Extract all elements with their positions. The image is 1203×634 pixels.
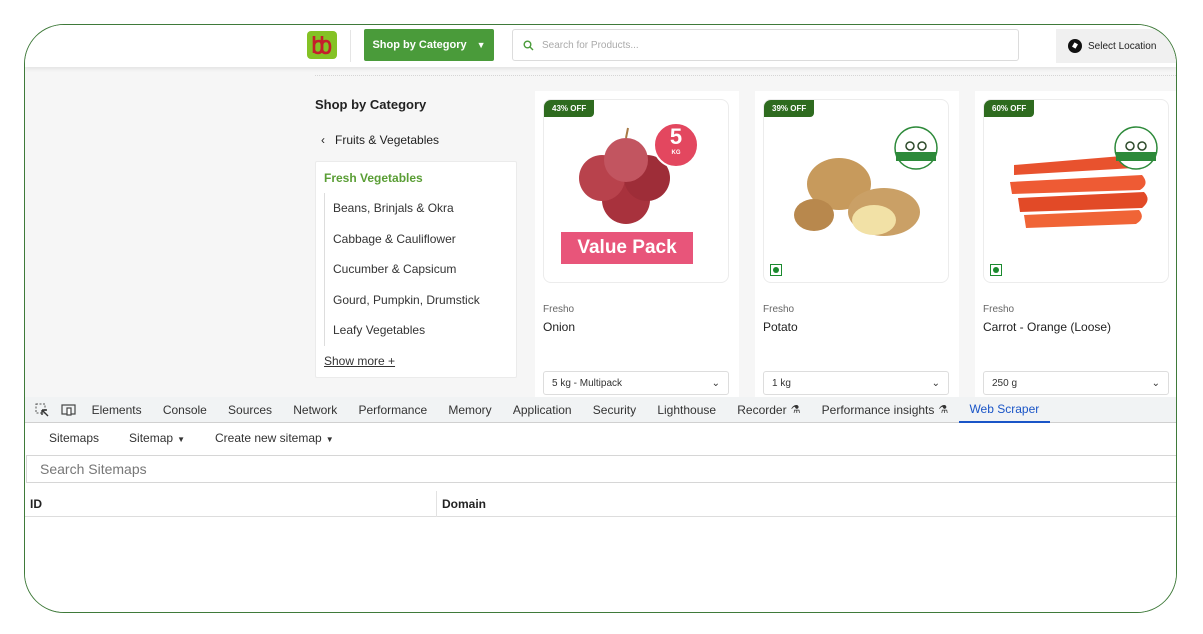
sitemap-dropdown[interactable]: Sitemap ▼ [129, 431, 185, 445]
category-item[interactable]: Cabbage & Cauliflower [325, 224, 510, 255]
flask-icon: ⚗ [938, 404, 949, 416]
tab-security[interactable]: Security [582, 397, 647, 423]
dotted-divider [315, 75, 1176, 76]
tab-memory[interactable]: Memory [438, 397, 503, 423]
web-scraper-toolbar: Sitemaps Sitemap ▼ Create new sitemap ▼ [25, 423, 1176, 453]
caret-down-icon: ▼ [325, 435, 334, 444]
discount-badge: 60% OFF [984, 100, 1035, 117]
browser-frame: Shop by Category ▼ Search for Products..… [24, 24, 1177, 613]
tab-performance-insights[interactable]: Performance insights ⚗ [811, 397, 959, 423]
badge-unit: KG [671, 150, 681, 156]
bigbasket-logo[interactable] [307, 31, 337, 59]
pack-size-value: 1 kg [772, 377, 791, 389]
product-name[interactable]: Potato [763, 320, 798, 334]
chevron-down-icon: ⌄ [711, 377, 720, 389]
farmer-partnership-icon [1114, 126, 1158, 175]
active-category[interactable]: Fresh Vegetables [324, 171, 423, 185]
select-location-button[interactable]: Select Location [1056, 29, 1176, 63]
product-search-input[interactable]: Search for Products... [512, 29, 1019, 61]
tab-lighthouse[interactable]: Lighthouse [647, 397, 727, 423]
shop-button-label: Shop by Category [372, 39, 467, 51]
sitemaps-table-header: ID Domain [25, 490, 1176, 517]
page-body: Shop by Category ‹ Fruits & Vegetables F… [25, 67, 1176, 397]
pack-size-value: 5 kg - Multipack [552, 377, 623, 389]
tab-recorder[interactable]: Recorder ⚗ [727, 397, 811, 423]
discount-badge: 43% OFF [544, 100, 595, 117]
category-panel: Fresh Vegetables Beans, Brinjals & Okra … [315, 161, 517, 378]
back-to-fruits-vegetables[interactable]: ‹ Fruits & Vegetables [321, 133, 439, 147]
create-sitemap-dropdown[interactable]: Create new sitemap ▼ [215, 431, 334, 445]
tab-sources[interactable]: Sources [217, 397, 282, 423]
caret-down-icon: ▼ [177, 435, 185, 444]
pack-size-select[interactable]: 5 kg - Multipack ⌄ [543, 371, 729, 395]
product-card-carrot[interactable]: 60% OFF Fresho Carrot - Orange (Loose) 2… [975, 91, 1176, 397]
pack-size-select[interactable]: 1 kg ⌄ [763, 371, 949, 395]
category-item[interactable]: Beans, Brinjals & Okra [325, 193, 510, 224]
veg-indicator-icon [770, 264, 782, 276]
devtools-tab-bar: Elements Console Sources Network Perform… [25, 397, 1176, 423]
search-sitemaps-input[interactable]: Search Sitemaps [26, 455, 1176, 483]
category-item[interactable]: Gourd, Pumpkin, Drumstick [325, 285, 510, 316]
flask-icon: ⚗ [790, 404, 801, 416]
sitemap-label: Sitemap [129, 431, 174, 445]
product-name[interactable]: Carrot - Orange (Loose) [983, 320, 1111, 334]
product-brand: Fresho [763, 304, 795, 315]
tab-web-scraper[interactable]: Web Scraper [958, 397, 1050, 423]
pack-size-value: 250 g [992, 377, 1018, 389]
compass-icon [1068, 39, 1082, 53]
tab-elements[interactable]: Elements [81, 397, 152, 423]
tab-application[interactable]: Application [502, 397, 582, 423]
veg-indicator-icon [990, 264, 1002, 276]
create-sitemap-label: Create new sitemap [214, 431, 322, 445]
farmer-partnership-icon [894, 126, 938, 175]
recorder-label: Recorder [737, 402, 787, 417]
sitemaps-link[interactable]: Sitemaps [49, 431, 99, 445]
tab-console[interactable]: Console [152, 397, 217, 423]
location-label: Select Location [1088, 40, 1157, 52]
chevron-down-icon: ⌄ [931, 377, 940, 389]
product-card-potato[interactable]: 39% OFF Fresho Potato 1 kg ⌄ [755, 91, 959, 397]
category-item[interactable]: Cucumber & Capsicum [325, 254, 510, 285]
site-header: Shop by Category ▼ Search for Products..… [25, 25, 1176, 67]
performance-insights-label: Performance insights [821, 402, 935, 417]
product-name[interactable]: Onion [543, 320, 575, 334]
inspect-element-icon[interactable] [34, 402, 50, 418]
header-divider [350, 30, 351, 62]
discount-badge: 39% OFF [764, 100, 815, 117]
value-pack-banner: Value Pack [561, 232, 693, 264]
sidebar-title: Shop by Category [315, 97, 427, 112]
chevron-left-icon: ‹ [321, 133, 325, 147]
device-toolbar-icon[interactable] [60, 402, 76, 418]
back-label: Fruits & Vegetables [335, 133, 440, 147]
pack-size-select[interactable]: 250 g ⌄ [983, 371, 1169, 395]
badge-number: 5 [669, 124, 683, 149]
column-header-domain[interactable]: Domain [436, 490, 486, 517]
show-more-link[interactable]: Show more + [324, 354, 395, 368]
search-sitemaps-placeholder: Search Sitemaps [40, 461, 147, 477]
tab-network[interactable]: Network [283, 397, 348, 423]
column-header-id[interactable]: ID [25, 497, 436, 511]
category-item[interactable]: Leafy Vegetables [325, 315, 510, 346]
devtools-panel: Elements Console Sources Network Perform… [25, 397, 1176, 612]
search-placeholder: Search for Products... [542, 39, 639, 51]
search-icon [523, 40, 534, 50]
logo-icon [312, 36, 332, 55]
product-brand: Fresho [543, 304, 575, 315]
caret-down-icon: ▼ [476, 40, 486, 50]
product-image[interactable]: 39% OFF [763, 99, 949, 283]
category-list: Beans, Brinjals & Okra Cabbage & Caulifl… [324, 193, 510, 346]
product-image[interactable]: 60% OFF [983, 99, 1169, 283]
product-card-onion[interactable]: 5 KG Value Pack 43% OFF Fresho Onion 5 k… [535, 91, 739, 397]
chevron-down-icon: ⌄ [1151, 377, 1160, 389]
tab-performance[interactable]: Performance [348, 397, 438, 423]
shop-by-category-button[interactable]: Shop by Category ▼ [364, 29, 494, 61]
product-image[interactable]: 5 KG Value Pack 43% OFF [543, 99, 729, 283]
product-brand: Fresho [983, 304, 1015, 315]
